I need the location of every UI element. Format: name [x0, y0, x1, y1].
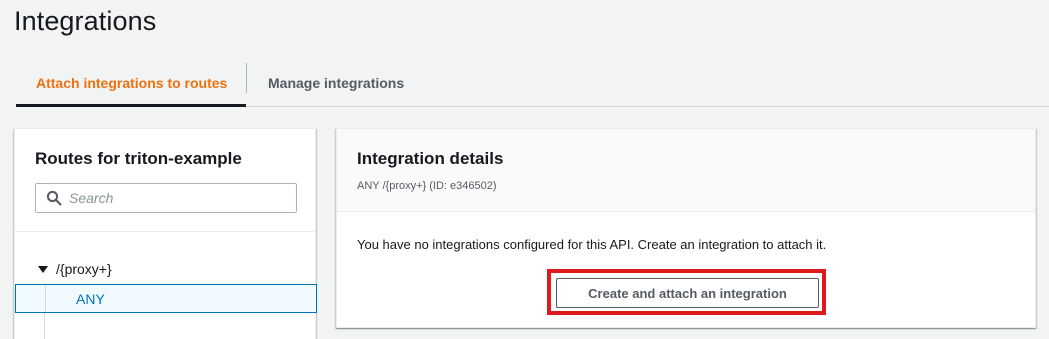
route-proxy-label: /{proxy+} — [56, 261, 112, 277]
tab-divider — [246, 63, 247, 93]
caret-down-icon[interactable] — [37, 263, 49, 275]
integration-details-header: Integration details ANY /{proxy+} (ID: e… — [337, 129, 1035, 212]
create-and-attach-integration-button[interactable]: Create and attach an integration — [556, 278, 819, 308]
tree-guide-line — [45, 285, 46, 312]
no-integrations-message: You have no integrations configured for … — [357, 237, 827, 252]
routes-divider — [15, 231, 315, 232]
routes-panel: Routes for triton-example /{proxy+} ANY — [14, 128, 317, 339]
route-method-any[interactable]: ANY — [15, 284, 317, 313]
route-proxy-node[interactable]: /{proxy+} — [37, 259, 112, 279]
tab-attach-integrations[interactable]: Attach integrations to routes — [16, 60, 246, 107]
route-method-any-label: ANY — [76, 290, 105, 307]
routes-panel-title: Routes for triton-example — [35, 149, 242, 168]
route-search-box[interactable] — [35, 183, 297, 213]
tab-bar: Attach integrations to routes Manage int… — [16, 60, 1049, 107]
search-icon — [46, 190, 62, 206]
tab-manage-integrations[interactable]: Manage integrations — [268, 60, 404, 106]
integration-details-subtitle: ANY /{proxy+} (ID: e346502) — [357, 180, 497, 192]
integration-details-title: Integration details — [357, 149, 504, 168]
tree-guide-line — [44, 313, 45, 339]
page-title: Integrations — [14, 6, 157, 36]
route-search-input[interactable] — [69, 184, 289, 212]
